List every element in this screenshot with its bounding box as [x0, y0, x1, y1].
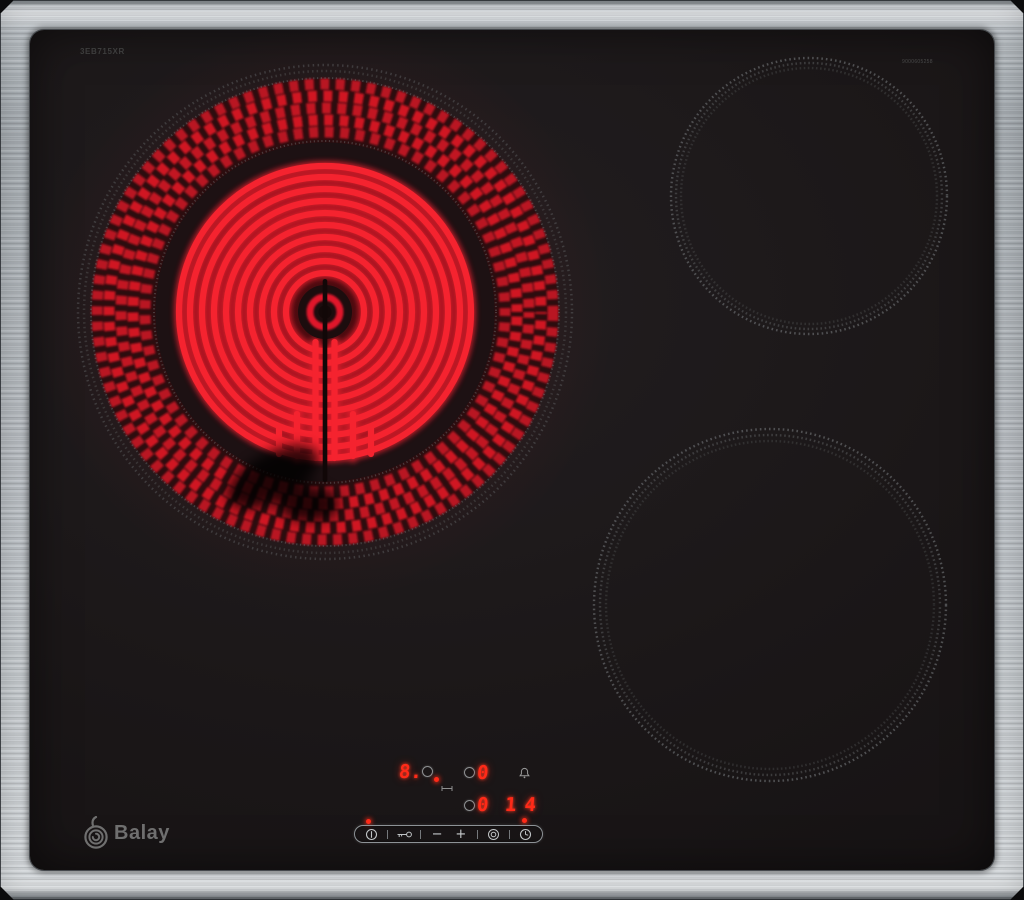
plus-button[interactable]: +	[453, 826, 469, 842]
cooking-zone-rear-right	[659, 46, 959, 346]
divider	[387, 830, 388, 839]
divider	[509, 830, 510, 839]
hob-photo: 3EB715XR 9000605258	[0, 0, 1024, 900]
divider	[477, 830, 478, 839]
dual-zone-button[interactable]	[485, 826, 501, 842]
cooking-zone-front-left-active	[55, 42, 595, 582]
child-lock-button[interactable]	[396, 826, 413, 842]
zone-front-left-level-display: 8.	[398, 763, 423, 782]
key-lock-icon	[396, 830, 413, 839]
divider	[420, 830, 421, 839]
balay-spiral-icon	[82, 816, 110, 850]
zone-front-right-select-sensor[interactable]	[464, 800, 475, 811]
timer-bell-icon	[519, 767, 530, 779]
zone-rear-right-select-sensor[interactable]	[464, 767, 475, 778]
power-on-indicator	[366, 819, 371, 824]
zone-front-left-select-sensor[interactable]	[422, 766, 433, 777]
power-button[interactable]	[363, 826, 379, 842]
zone-front-right-level-display: 0	[476, 796, 489, 815]
power-icon	[365, 828, 378, 841]
minus-label: −	[432, 828, 443, 841]
clock-icon	[519, 828, 532, 841]
timer-button[interactable]	[518, 826, 534, 842]
dual-zone-icon	[487, 828, 500, 841]
cooking-zone-front-right	[580, 415, 960, 795]
plus-label: +	[455, 828, 466, 841]
timer-active-indicator	[522, 818, 527, 823]
dual-circuit-icon	[441, 785, 453, 792]
zone-rear-right-level-display: 0	[476, 764, 489, 783]
brand-logo: Balay	[82, 816, 170, 850]
ceramic-glass-surface: 3EB715XR 9000605258	[30, 30, 994, 870]
minus-button[interactable]: −	[429, 826, 445, 842]
timer-display: 14	[504, 796, 545, 815]
zone-selected-indicator	[434, 777, 439, 782]
brand-logo-text: Balay	[114, 822, 170, 845]
limiter-sensor-line	[323, 279, 328, 482]
touch-control-bar: − +	[354, 825, 543, 843]
